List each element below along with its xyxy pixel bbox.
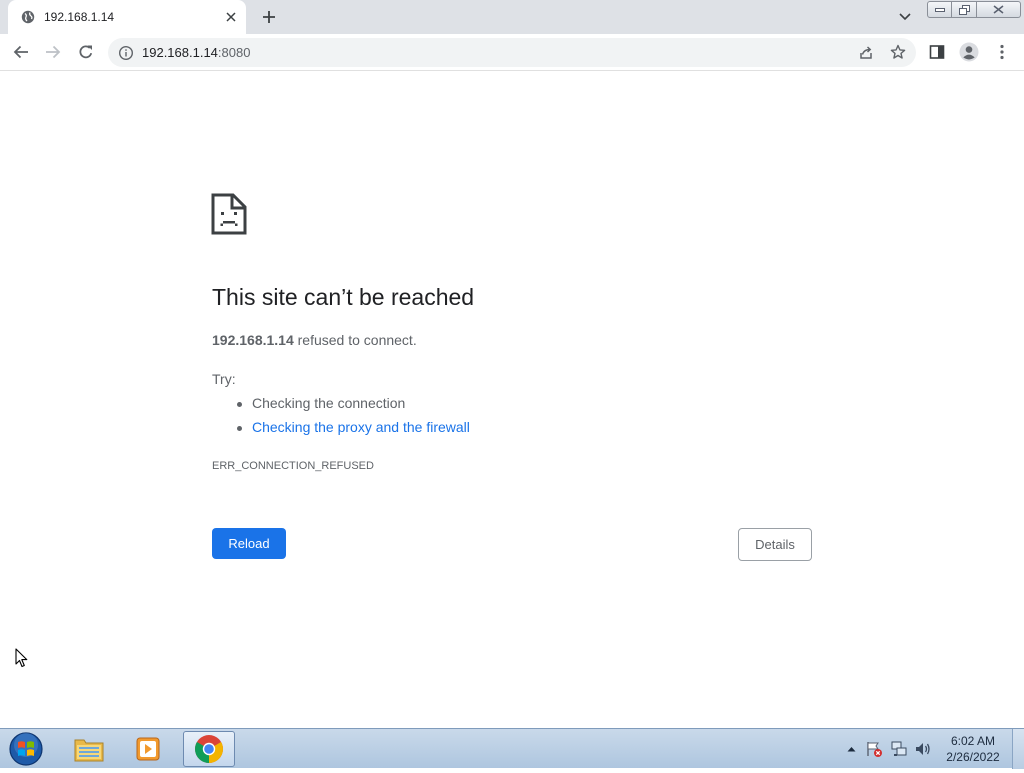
browser-tab[interactable]: 192.168.1.14 [8,0,246,34]
taskbar-media-player[interactable] [122,731,174,767]
error-description: 192.168.1.14 refused to connect. [212,332,417,348]
address-bar[interactable]: 192.168.1.14:8080 [108,38,916,67]
menu-dots-icon[interactable] [989,39,1015,65]
folder-icon [74,739,104,762]
address-host: 192.168.1.14 [142,45,218,60]
start-button[interactable] [6,730,46,768]
forward-icon[interactable] [40,39,66,65]
windows-logo-icon [9,732,43,766]
address-text: 192.168.1.14:8080 [142,45,250,60]
window-close-icon[interactable] [977,1,1021,18]
clock-time: 6:02 AM [950,734,996,748]
tab-title: 192.168.1.14 [44,10,115,24]
taskbar-chrome[interactable] [183,731,235,767]
share-icon[interactable] [853,39,879,65]
taskbar-explorer[interactable] [63,731,115,767]
side-panel-icon[interactable] [924,39,950,65]
show-desktop-button[interactable] [1012,729,1024,769]
taskbar: 6:02 AM 2/26/2022 [0,728,1024,769]
browser-toolbar: 192.168.1.14:8080 [0,34,1024,71]
close-tab-icon[interactable] [222,8,240,26]
chrome-icon [195,735,223,763]
tray-expand-icon[interactable] [842,740,860,758]
address-port: :8080 [217,45,251,60]
try-label: Try: [212,371,236,387]
back-icon[interactable] [8,39,34,65]
suggestion-proxy-firewall-link[interactable]: Checking the proxy and the firewall [237,419,470,443]
volume-icon[interactable] [914,740,932,758]
mouse-cursor-icon [15,648,28,668]
error-host: 192.168.1.14 [212,332,294,348]
sad-page-icon [211,193,247,235]
reload-button[interactable]: Reload [212,528,286,559]
new-tab-icon[interactable] [258,6,280,28]
profile-avatar-icon[interactable] [956,39,982,65]
globe-icon [21,10,35,24]
tab-strip: 192.168.1.14 [0,0,1024,34]
clock-date: 2/26/2022 [946,750,1000,764]
network-icon[interactable] [890,740,908,758]
media-player-icon [136,737,160,761]
action-center-flag-icon[interactable] [865,740,883,758]
chevron-down-icon[interactable] [894,6,916,28]
details-button[interactable]: Details [738,528,812,561]
taskbar-clock[interactable]: 6:02 AM 2/26/2022 [938,733,1008,765]
reload-icon[interactable] [73,39,99,65]
window-controls [927,1,1021,18]
error-title: This site can’t be reached [212,284,475,310]
minimize-icon[interactable] [927,1,952,18]
site-info-icon[interactable] [118,45,134,61]
error-code: ERR_CONNECTION_REFUSED [212,460,374,472]
bookmark-star-icon[interactable] [885,39,911,65]
error-message: refused to connect. [297,332,417,348]
restore-icon[interactable] [952,1,977,18]
suggestions-list: Checking the connection Checking the pro… [237,395,470,443]
suggestion-connection: Checking the connection [237,395,470,419]
